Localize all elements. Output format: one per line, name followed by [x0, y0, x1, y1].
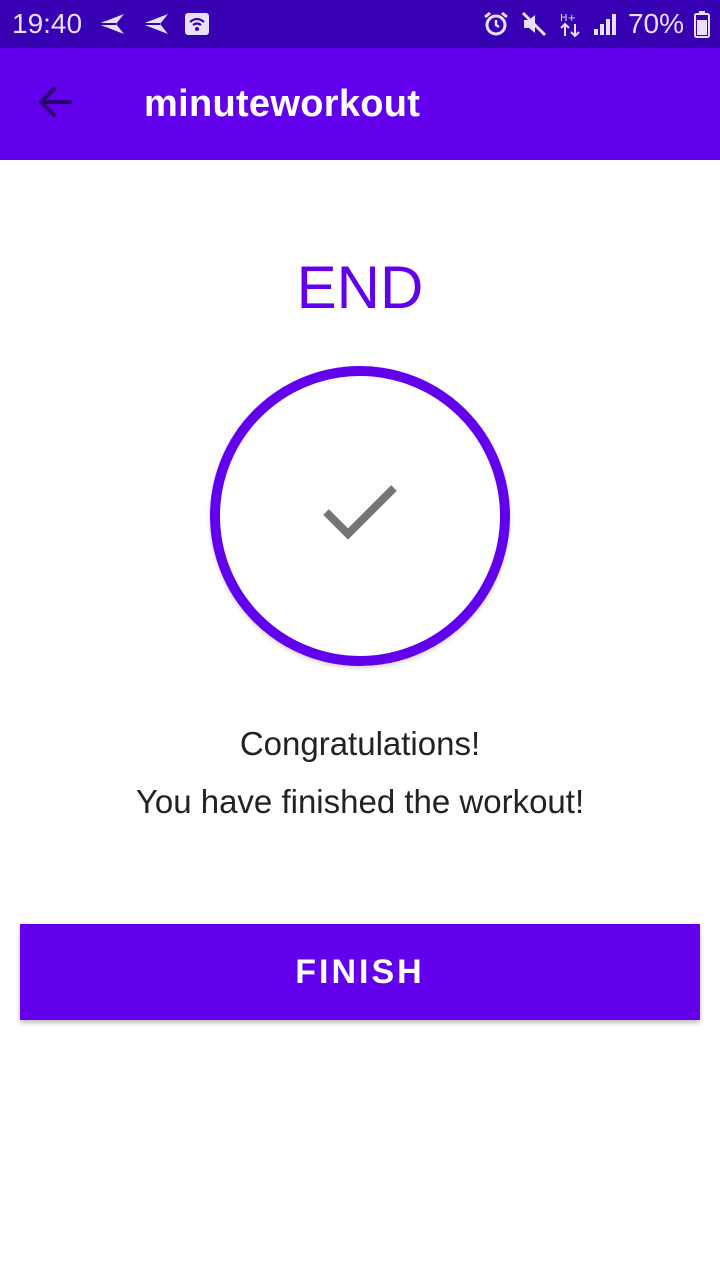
- finish-button[interactable]: FINISH: [20, 924, 700, 1020]
- check-icon: [320, 482, 400, 551]
- completion-circle: [210, 366, 510, 666]
- status-right: H+ 70%: [482, 8, 710, 40]
- app-bar: minuteworkout: [0, 48, 720, 160]
- send-icon: [140, 12, 170, 36]
- send-icon: [96, 12, 126, 36]
- wifi-box-icon: [184, 12, 210, 36]
- svg-text:H+: H+: [560, 13, 576, 24]
- status-bar: 19:40 H+ 70%: [0, 0, 720, 48]
- alarm-icon: [482, 10, 510, 38]
- mute-icon: [520, 10, 548, 38]
- signal-icon: [592, 11, 618, 37]
- app-title: minuteworkout: [144, 82, 421, 125]
- status-left: 19:40: [12, 8, 210, 40]
- status-time: 19:40: [12, 8, 83, 39]
- arrow-back-icon: [36, 82, 76, 127]
- end-heading: END: [296, 254, 424, 321]
- back-button[interactable]: [0, 48, 112, 160]
- battery-percent: 70%: [627, 8, 684, 39]
- finished-text: You have finished the workout!: [135, 783, 585, 820]
- main-content: END Congratulations! You have finished t…: [0, 160, 720, 1280]
- data-transfer-icon: H+: [558, 10, 582, 38]
- congrats-text: Congratulations!: [239, 725, 481, 762]
- battery-icon: [694, 10, 710, 38]
